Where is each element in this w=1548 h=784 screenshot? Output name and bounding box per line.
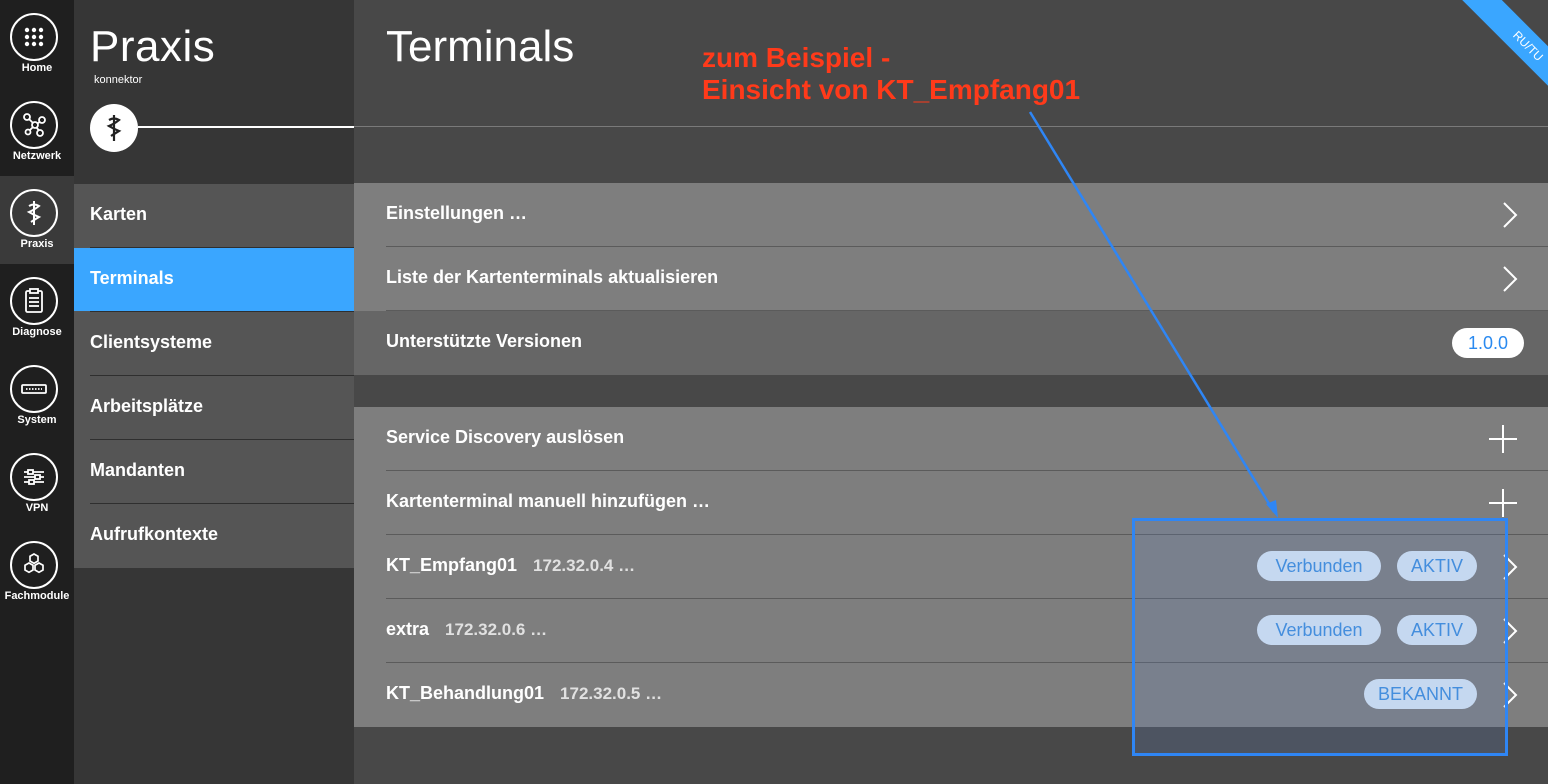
section-divider xyxy=(138,126,354,128)
refresh-label: Liste der Kartenterminals aktualisieren xyxy=(386,267,719,287)
nav-item-clientsysteme[interactable]: Clientsysteme xyxy=(74,312,354,375)
service-discovery-row[interactable]: Service Discovery auslösen xyxy=(354,407,1548,471)
plus-icon xyxy=(1489,489,1517,517)
corner-ribbon: RU/TU xyxy=(1428,0,1548,120)
terminal-name-text: KT_Behandlung01 xyxy=(386,683,545,703)
ribbon-label: RU/TU xyxy=(1457,0,1548,117)
rail-item-home[interactable]: Home xyxy=(0,0,74,88)
add-terminal-label: Kartenterminal manuell hinzufügen … xyxy=(386,491,711,511)
annotation-highlight-box xyxy=(1132,518,1508,756)
section-title: Praxis xyxy=(90,22,216,71)
nav-label: Clientsysteme xyxy=(90,332,213,352)
refresh-terminals-row[interactable]: Liste der Kartenterminals aktualisieren xyxy=(354,247,1548,311)
versions-label: Unterstützte Versionen xyxy=(386,331,583,351)
rail-label-netzwerk: Netzwerk xyxy=(12,150,62,162)
rail-label-fachmodule: Fachmodule xyxy=(4,590,70,602)
icon-rail: Home Netzwerk Praxis Diagnose System VPN… xyxy=(0,0,74,784)
hexagons-icon xyxy=(10,541,58,589)
caduceus-icon xyxy=(90,104,138,152)
terminal-name-text: extra xyxy=(386,619,430,639)
rail-item-vpn[interactable]: VPN xyxy=(0,440,74,528)
rail-label-diagnose: Diagnose xyxy=(12,326,62,338)
terminal-ip: 172.32.0.4 … xyxy=(533,556,636,575)
section-nav: Karten Terminals Clientsysteme Arbeitspl… xyxy=(74,184,354,568)
nav-item-aufrufkontexte[interactable]: Aufrufkontexte xyxy=(74,504,354,567)
versions-row: Unterstützte Versionen 1.0.0 xyxy=(354,311,1548,375)
nav-item-terminals[interactable]: Terminals xyxy=(74,248,354,311)
nav-label: Arbeitsplätze xyxy=(90,396,204,416)
title-divider xyxy=(354,126,1548,127)
rail-item-praxis[interactable]: Praxis xyxy=(0,176,74,264)
annotation-text: zum Beispiel - Einsicht von KT_Empfang01 xyxy=(702,42,1080,106)
chevron-right-icon xyxy=(1503,202,1518,228)
nav-item-arbeitsplaetze[interactable]: Arbeitsplätze xyxy=(74,376,354,439)
settings-label: Einstellungen … xyxy=(386,203,528,223)
nav-label: Terminals xyxy=(90,268,174,288)
terminal-name: KT_Empfang01 172.32.0.4 … xyxy=(386,555,635,576)
device-icon xyxy=(10,365,58,413)
terminal-name-text: KT_Empfang01 xyxy=(386,555,518,575)
section-panel: Praxis konnektor Karten Terminals Client… xyxy=(74,0,354,784)
page-title: Terminals xyxy=(386,22,575,71)
terminal-ip: 172.32.0.6 … xyxy=(445,620,548,639)
rail-label-praxis: Praxis xyxy=(20,238,54,250)
section-subtitle: konnektor xyxy=(94,74,143,86)
rail-label-system: System xyxy=(17,414,57,426)
network-icon xyxy=(10,101,58,149)
nav-item-karten[interactable]: Karten xyxy=(74,184,354,247)
sliders-icon xyxy=(10,453,58,501)
nav-label: Aufrufkontexte xyxy=(90,524,219,544)
version-badge: 1.0.0 xyxy=(1452,328,1524,358)
settings-block: Einstellungen … Liste der Kartenterminal… xyxy=(354,183,1548,375)
plus-icon xyxy=(1489,425,1517,453)
grid-icon xyxy=(10,13,58,61)
chevron-right-icon xyxy=(1503,266,1518,292)
nav-label: Mandanten xyxy=(90,460,186,480)
settings-row[interactable]: Einstellungen … xyxy=(354,183,1548,247)
nav-label: Karten xyxy=(90,204,148,224)
nav-item-mandanten[interactable]: Mandanten xyxy=(74,440,354,503)
rail-label-home: Home xyxy=(21,62,53,74)
rail-item-diagnose[interactable]: Diagnose xyxy=(0,264,74,352)
service-discovery-label: Service Discovery auslösen xyxy=(386,427,625,447)
rail-item-fachmodule[interactable]: Fachmodule xyxy=(0,528,74,616)
annotation-line-2: Einsicht von KT_Empfang01 xyxy=(702,74,1081,105)
caduceus-icon xyxy=(10,189,58,237)
terminal-name: extra 172.32.0.6 … xyxy=(386,619,547,640)
rail-item-netzwerk[interactable]: Netzwerk xyxy=(0,88,74,176)
terminal-name: KT_Behandlung01 172.32.0.5 … xyxy=(386,683,662,704)
rail-item-system[interactable]: System xyxy=(0,352,74,440)
rail-label-vpn: VPN xyxy=(25,502,49,514)
annotation-line-1: zum Beispiel - xyxy=(702,42,891,73)
clipboard-icon xyxy=(10,277,58,325)
terminal-ip: 172.32.0.5 … xyxy=(560,684,663,703)
